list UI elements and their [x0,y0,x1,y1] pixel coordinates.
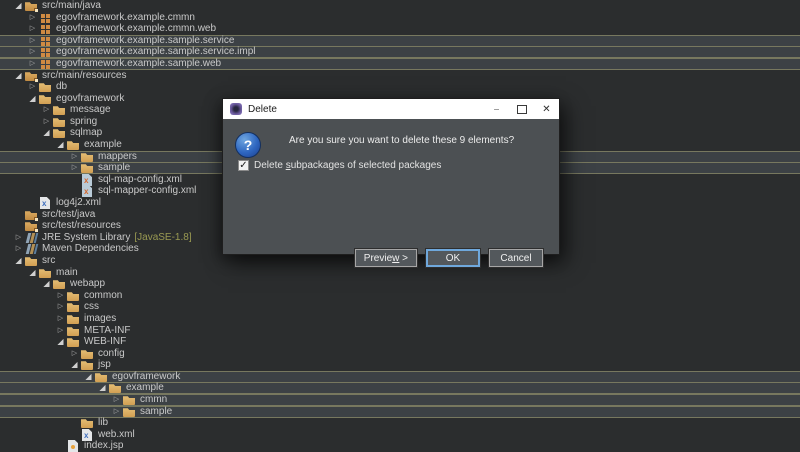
package-icon [39,46,52,58]
tree-node-label: sqlmap [70,127,103,138]
tree-node-label: example [126,382,164,393]
folder-icon [109,382,122,394]
xml-file-icon [39,197,52,209]
dialog-body: ? Are you sure you want to delete these … [223,119,559,268]
minimize-icon: – [493,103,500,115]
collapsed-arrow-icon[interactable]: ▷ [26,46,39,58]
dialog-message: Are you sure you want to delete these 9 … [289,135,515,146]
maximize-icon[interactable] [509,99,534,119]
tree-node-label: index.jsp [84,440,124,451]
delete-dialog: Delete – ✕ ? Are you sure you want to de… [222,98,560,268]
collapsed-arrow-icon[interactable]: ▷ [68,162,81,174]
checkbox-label: Delete subpackages of selected packages [254,160,442,171]
tree-node-label: src [42,255,56,266]
close-icon[interactable]: ✕ [534,99,559,119]
tree-node-label: egovframework.example.sample.service.imp… [56,46,256,57]
tree-row[interactable]: ▷ images [0,313,800,325]
folder-icon [53,104,66,116]
expanded-arrow-icon[interactable]: ◢ [12,255,25,267]
tree-node-label: jsp [98,359,111,370]
tree-row[interactable]: ▷ egovframework.example.sample.web [0,58,800,70]
tree-node-label: db [56,81,68,92]
tree-node-label: css [84,301,99,312]
delete-subpackages-checkbox[interactable]: ✓ Delete subpackages of selected package… [238,160,441,171]
checkbox-check-icon[interactable]: ✓ [238,160,249,171]
folder-icon [67,139,80,151]
folder-icon [25,255,38,267]
xml-config-icon [81,185,94,197]
folder-icon [53,127,66,139]
folder-icon [81,417,94,429]
expanded-arrow-icon[interactable]: ◢ [54,336,67,348]
tree-node-label: Maven Dependencies [42,243,139,254]
expanded-arrow-icon[interactable]: ◢ [68,359,81,371]
collapsed-arrow-icon[interactable]: ▷ [110,394,123,406]
expanded-arrow-icon[interactable]: ◢ [12,0,25,12]
collapsed-arrow-icon[interactable]: ▷ [26,23,39,35]
dialog-titlebar[interactable]: Delete – ✕ [223,99,559,119]
dialog-button-row: Preview > OK Cancel [353,248,544,268]
package-icon [39,58,52,70]
folder-icon [39,81,52,93]
tree-node-label: message [70,104,111,115]
question-icon: ? [235,132,261,158]
tree-node-label: src/test/resources [42,220,121,231]
package-icon [39,23,52,35]
preview-button[interactable]: Preview > [353,248,419,268]
tree-row[interactable]: ▷ db [0,81,800,93]
src-folder-icon [25,0,38,12]
tree-row[interactable]: ▷ egovframework.example.sample.service.i… [0,46,800,58]
tree-node-label: WEB-INF [84,336,127,347]
folder-icon [123,394,136,406]
tree-row[interactable]: index.jsp [0,440,800,452]
tree-row[interactable]: ▷ css [0,301,800,313]
tree-node-label: images [84,313,117,324]
collapsed-arrow-icon[interactable]: ▷ [40,104,53,116]
tree-node-label: webapp [70,278,106,289]
tree-node-label: egovframework.example.cmmn.web [56,23,217,34]
cancel-button[interactable]: Cancel [488,248,544,268]
eclipse-package-explorer: ◢ src/main/java ▷ egovframework.example.… [0,0,800,452]
tree-node-label: cmmn [140,394,168,405]
folder-icon [81,359,94,371]
tree-row[interactable]: ◢ src/main/java [0,0,800,12]
folder-icon [53,278,66,290]
collapsed-arrow-icon[interactable]: ▷ [12,243,25,255]
folder-icon [67,301,80,313]
folder-icon [67,313,80,325]
tree-row[interactable]: ▷ egovframework.example.cmmn.web [0,23,800,35]
delete-refactor-icon [230,103,242,115]
dialog-title: Delete [248,103,277,115]
folder-icon [67,336,80,348]
tree-row[interactable]: ◢ webapp [0,278,800,290]
ok-button[interactable]: OK [425,248,481,268]
library-icon [25,243,38,255]
collapsed-arrow-icon[interactable]: ▷ [54,301,67,313]
collapsed-arrow-icon[interactable]: ▷ [54,313,67,325]
tree-row[interactable]: ▷ cmmn [0,394,800,406]
tree-node-label: sample [98,162,131,173]
tree-node-label: sql-mapper-config.xml [98,185,197,196]
tree-node-label: lib [98,417,109,428]
tree-row[interactable]: ◢ jsp [0,359,800,371]
tree-row[interactable]: lib [0,417,800,429]
tree-node-label: egovframework.example.sample.web [56,58,222,69]
expanded-arrow-icon[interactable]: ◢ [96,382,109,394]
jsp-file-icon [67,440,80,452]
src-folder-icon [25,220,38,232]
tree-node-label: log4j2.xml [56,197,102,208]
expanded-arrow-icon[interactable]: ◢ [40,278,53,290]
collapsed-arrow-icon[interactable]: ▷ [26,81,39,93]
expanded-arrow-icon[interactable]: ◢ [54,139,67,151]
tree-row[interactable]: ◢ example [0,382,800,394]
tree-node-label: src/main/java [42,0,101,11]
tree-node-label: example [84,139,122,150]
folder-icon [81,162,94,174]
tree-row[interactable]: ◢ WEB-INF [0,336,800,348]
expanded-arrow-icon[interactable]: ◢ [40,127,53,139]
collapsed-arrow-icon[interactable]: ▷ [26,58,39,70]
